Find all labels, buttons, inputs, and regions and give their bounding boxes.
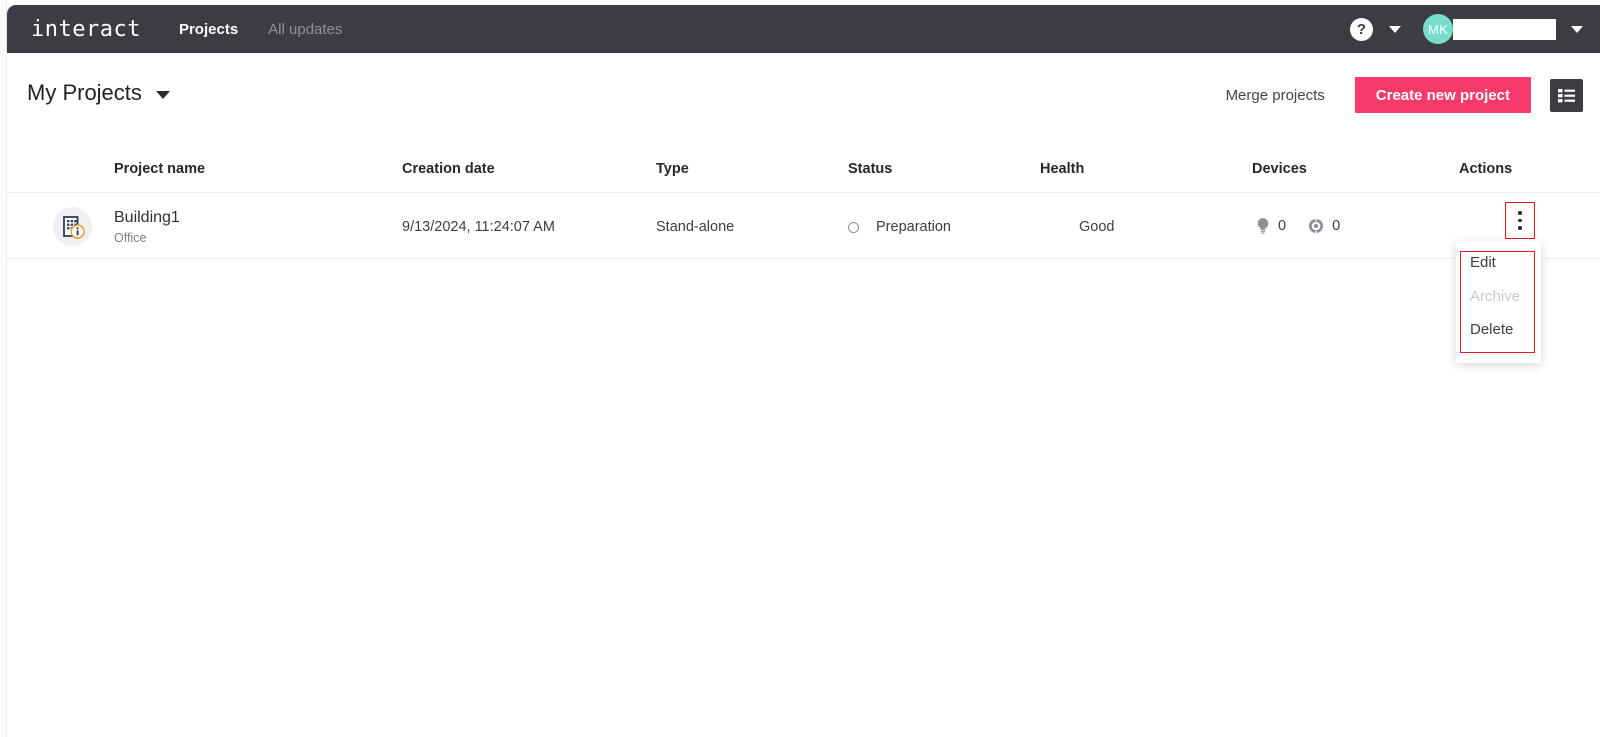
device-group-sensors: 0	[1308, 218, 1362, 234]
main-nav: Projects All updates	[179, 21, 342, 38]
column-header-creation-date: Creation date	[402, 161, 495, 177]
list-view-toggle-button[interactable]	[1550, 78, 1583, 112]
column-header-actions: Actions	[1459, 161, 1513, 177]
list-view-icon	[1558, 88, 1575, 102]
table-row[interactable]: Building1 Office 9/13/2024, 11:24:07 AM …	[7, 193, 1603, 259]
status-circle-icon	[848, 221, 859, 233]
device-group-lights: 0	[1256, 217, 1308, 234]
app-root: interact Projects All updates ? MK My Pr…	[0, 0, 1603, 737]
page-header-actions: Merge projects Create new project	[1226, 77, 1583, 113]
devices-cell: 0 0	[1256, 217, 1362, 234]
status-cell: Preparation	[848, 219, 951, 235]
building-info-icon	[53, 207, 92, 246]
status-label: Preparation	[876, 219, 951, 235]
page-title-dropdown[interactable]: My Projects	[27, 80, 170, 106]
column-header-type: Type	[656, 161, 689, 177]
project-name: Building1	[114, 209, 180, 226]
table-header-row: Project name Creation date Type Status H…	[7, 145, 1603, 193]
building-info-icon-svg	[62, 215, 85, 239]
kebab-dot-2	[1518, 218, 1522, 223]
sensors-count: 0	[1332, 217, 1341, 234]
column-header-health: Health	[1040, 161, 1085, 177]
nav-link-projects[interactable]: Projects	[179, 21, 238, 38]
creation-date-cell: 9/13/2024, 11:24:07 AM	[402, 219, 555, 235]
context-menu-item-delete[interactable]: Delete	[1470, 321, 1513, 338]
column-header-status: Status	[848, 161, 893, 177]
lightbulb-icon	[1257, 218, 1269, 234]
kebab-dot-1	[1518, 211, 1522, 215]
interact-logo[interactable]: interact	[31, 17, 141, 42]
page-header: My Projects Merge projects Create new pr…	[7, 53, 1603, 145]
top-nav-right-cluster: ? MK	[1350, 14, 1583, 44]
context-menu-item-archive: Archive	[1470, 288, 1521, 305]
help-circle-icon[interactable]: ?	[1350, 17, 1373, 41]
lights-count: 0	[1278, 217, 1287, 234]
page-title: My Projects	[27, 80, 142, 105]
create-new-project-button[interactable]: Create new project	[1354, 77, 1531, 113]
merge-projects-button[interactable]: Merge projects	[1226, 87, 1325, 104]
avatar[interactable]: MK	[1423, 14, 1453, 44]
kebab-dot-3	[1518, 226, 1522, 230]
user-name-field[interactable]	[1453, 18, 1556, 40]
user-chevron-down-icon[interactable]	[1571, 25, 1583, 33]
column-header-devices: Devices	[1252, 161, 1307, 177]
row-actions-context-menu: Edit Archive Delete	[1456, 241, 1541, 363]
context-menu-item-edit[interactable]: Edit	[1470, 254, 1496, 271]
top-navigation-bar: interact Projects All updates ? MK	[7, 5, 1603, 53]
page-title-chevron-down-icon	[155, 91, 170, 99]
sensor-icon	[1309, 218, 1324, 233]
row-actions-kebab-menu-icon[interactable]	[1505, 202, 1535, 239]
project-subtitle: Office	[114, 231, 147, 245]
nav-link-all-updates[interactable]: All updates	[268, 21, 342, 38]
health-cell: Good	[1079, 219, 1115, 235]
project-type-cell: Stand-alone	[656, 219, 735, 235]
project-name-cell[interactable]: Building1 Office	[114, 208, 180, 245]
help-chevron-down-icon[interactable]	[1389, 25, 1401, 33]
projects-table: Project name Creation date Type Status H…	[7, 145, 1603, 259]
page-left-gutter	[0, 0, 7, 737]
project-type-icon-cell	[53, 207, 92, 246]
column-header-project-name: Project name	[114, 161, 206, 177]
